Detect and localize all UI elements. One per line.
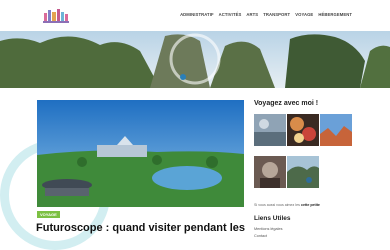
instagram-thumb[interactable] [254, 114, 286, 146]
nav-item-hebergement[interactable]: Hébergement [318, 12, 352, 17]
featured-post-image[interactable] [37, 100, 244, 207]
nav-item-administratif[interactable]: Administratif [180, 12, 214, 17]
link-contact[interactable]: Contact [254, 234, 267, 238]
category-tag[interactable]: Voyage [37, 211, 60, 218]
follow-text-label: Si vous aussi vous aimez les [254, 203, 300, 207]
instagram-thumb[interactable] [254, 156, 286, 188]
nav-item-activites[interactable]: Activités [219, 12, 242, 17]
useful-links-title: Liens Utiles [254, 215, 291, 222]
follow-link[interactable]: cette petite [301, 203, 320, 207]
nav-item-transport[interactable]: Transport [263, 12, 290, 17]
post-title[interactable]: Futuroscope : quand visiter pendant les [36, 222, 251, 235]
link-mentions-legales[interactable]: Mentions légales [254, 227, 283, 231]
site-logo[interactable] [40, 6, 72, 26]
sidebar-title: Voyagez avec moi ! [254, 100, 319, 107]
instagram-thumb[interactable] [287, 156, 319, 188]
nav-item-arts[interactable]: Arts [246, 12, 258, 17]
follow-text: Si vous aussi vous aimez les cette petit… [254, 203, 320, 207]
hero-banner-image [0, 31, 390, 88]
site-header: Administratif Activités Arts Transport V… [0, 0, 390, 31]
instagram-thumb[interactable] [287, 114, 319, 146]
instagram-thumb[interactable] [320, 114, 352, 146]
main-nav: Administratif Activités Arts Transport V… [180, 12, 352, 17]
nav-item-voyage[interactable]: Voyage [295, 12, 313, 17]
